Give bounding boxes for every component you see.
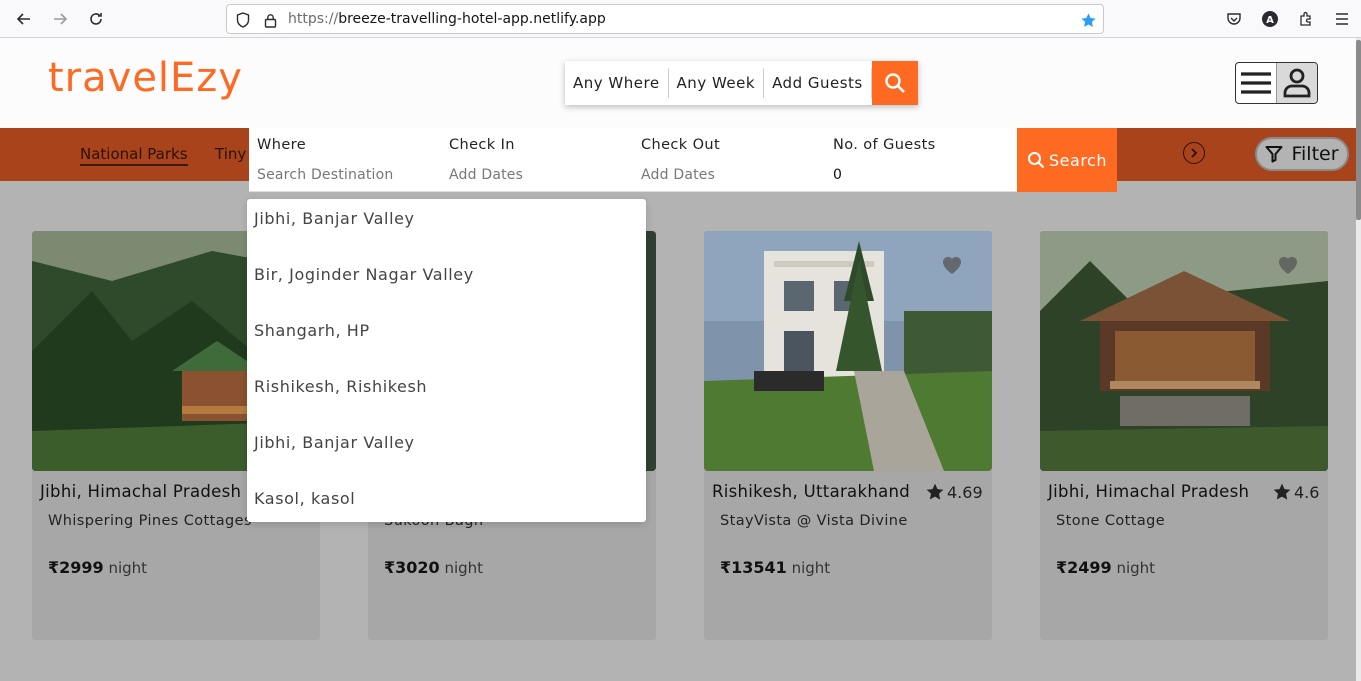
user-menu-button[interactable] bbox=[1235, 62, 1318, 104]
listing-card[interactable]: Jibhi, Himachal Pradesh 4.6 Stone Cottag… bbox=[1040, 231, 1328, 640]
search-icon bbox=[1028, 152, 1045, 169]
price-unit: night bbox=[103, 559, 148, 577]
bookmark-star-icon[interactable] bbox=[1079, 11, 1097, 29]
category-next-arrow-icon[interactable] bbox=[1183, 142, 1205, 164]
browser-toolbar: https://breeze-travelling-hotel-app.netl… bbox=[0, 0, 1361, 38]
category-national-parks[interactable]: National Parks bbox=[80, 145, 188, 166]
url-host: breeze-travelling-hotel-app.netlify.app bbox=[338, 11, 606, 27]
where-field[interactable]: Where Search Destination bbox=[257, 128, 437, 192]
price-amount: ₹2499 bbox=[1056, 558, 1112, 577]
price-amount: ₹2999 bbox=[48, 558, 104, 577]
destination-option[interactable]: Rishikesh, Rishikesh bbox=[254, 377, 427, 396]
listing-rating: 4.6 bbox=[1272, 482, 1319, 502]
star-icon bbox=[926, 483, 944, 500]
shield-icon[interactable] bbox=[234, 11, 252, 29]
site-logo[interactable]: travelEzy bbox=[48, 55, 243, 101]
check-out-field[interactable]: Check Out Add Dates bbox=[641, 128, 821, 192]
check-out-label: Check Out bbox=[641, 137, 721, 153]
destination-option[interactable]: Kasol, kasol bbox=[254, 489, 355, 508]
listing-price: ₹2499 night bbox=[1056, 558, 1155, 577]
listing-location: Rishikesh, Uttarakhand bbox=[712, 482, 911, 501]
back-icon[interactable] bbox=[12, 7, 36, 31]
forward-icon[interactable] bbox=[48, 7, 72, 31]
check-in-input[interactable]: Add Dates bbox=[449, 167, 523, 183]
where-input[interactable]: Search Destination bbox=[257, 167, 393, 183]
destination-option[interactable]: Jibhi, Banjar Valley bbox=[254, 209, 415, 228]
page-scrollbar[interactable] bbox=[1356, 38, 1361, 681]
filter-label: Filter bbox=[1291, 143, 1339, 165]
listing-photo[interactable] bbox=[704, 231, 992, 471]
listing-location: Jibhi, Himachal Pradesh bbox=[40, 482, 242, 501]
favorite-heart-icon[interactable] bbox=[1276, 253, 1300, 275]
pill-add-guests[interactable]: Add Guests bbox=[764, 68, 872, 98]
destination-option[interactable]: Jibhi, Banjar Valley bbox=[254, 433, 415, 452]
filter-icon bbox=[1265, 146, 1283, 163]
site-header: travelEzy Any Where Any Week Add Guests bbox=[0, 38, 1356, 128]
url-text: https://breeze-travelling-hotel-app.netl… bbox=[288, 11, 606, 27]
listing-location: Jibhi, Himachal Pradesh bbox=[1048, 482, 1250, 501]
account-icon[interactable]: A bbox=[1259, 8, 1281, 30]
guests-field[interactable]: No. of Guests 0 bbox=[833, 128, 1013, 192]
search-panel: Where Search Destination Check In Add Da… bbox=[249, 128, 1117, 192]
hamburger-icon[interactable] bbox=[1236, 63, 1276, 103]
listing-name: Whispering Pines Cottages bbox=[48, 513, 252, 529]
price-amount: ₹13541 bbox=[720, 558, 787, 577]
listing-rating: 4.69 bbox=[925, 482, 983, 502]
rating-value: 4.69 bbox=[947, 482, 983, 502]
rating-value: 4.6 bbox=[1294, 482, 1320, 502]
check-in-field[interactable]: Check In Add Dates bbox=[449, 128, 629, 192]
listing-price: ₹13541 night bbox=[720, 558, 830, 577]
user-icon[interactable] bbox=[1276, 63, 1317, 103]
price-unit: night bbox=[1111, 559, 1156, 577]
filter-button[interactable]: Filter bbox=[1255, 137, 1349, 171]
pill-any-week[interactable]: Any Week bbox=[669, 68, 765, 98]
listing-name: StayVista @ Vista Divine bbox=[720, 513, 908, 529]
destination-dropdown: Jibhi, Banjar Valley Bir, Joginder Nagar… bbox=[247, 199, 646, 522]
lock-icon[interactable] bbox=[261, 11, 279, 29]
extensions-icon[interactable] bbox=[1295, 8, 1317, 30]
destination-option[interactable]: Shangarh, HP bbox=[254, 321, 370, 340]
pill-search-button[interactable] bbox=[871, 61, 918, 105]
price-unit: night bbox=[786, 559, 831, 577]
check-in-label: Check In bbox=[449, 137, 515, 153]
guests-label: No. of Guests bbox=[833, 137, 936, 153]
listing-price: ₹3020 night bbox=[384, 558, 483, 577]
quick-search-pill[interactable]: Any Where Any Week Add Guests bbox=[565, 61, 918, 105]
pocket-icon[interactable] bbox=[1223, 8, 1245, 30]
destination-option[interactable]: Bir, Joginder Nagar Valley bbox=[254, 265, 474, 284]
reload-icon[interactable] bbox=[84, 7, 108, 31]
listing-price: ₹2999 night bbox=[48, 558, 147, 577]
where-label: Where bbox=[257, 137, 307, 153]
price-amount: ₹3020 bbox=[384, 558, 440, 577]
price-unit: night bbox=[439, 559, 484, 577]
url-protocol: https:// bbox=[288, 11, 339, 27]
listing-photo[interactable] bbox=[1040, 231, 1328, 471]
app-menu-icon[interactable] bbox=[1331, 8, 1353, 30]
guests-input[interactable]: 0 bbox=[833, 167, 842, 183]
scrollbar-thumb[interactable] bbox=[1356, 40, 1361, 220]
check-out-input[interactable]: Add Dates bbox=[641, 167, 715, 183]
star-icon bbox=[1273, 483, 1291, 500]
search-button[interactable]: Search bbox=[1017, 128, 1117, 192]
favorite-heart-icon[interactable] bbox=[940, 253, 964, 275]
profile-initial: A bbox=[1266, 15, 1274, 26]
listing-name: Stone Cottage bbox=[1056, 513, 1166, 529]
listing-card[interactable]: Rishikesh, Uttarakhand 4.69 StayVista @ … bbox=[704, 231, 992, 640]
search-button-label: Search bbox=[1049, 150, 1107, 170]
search-icon bbox=[885, 73, 905, 93]
pill-any-where[interactable]: Any Where bbox=[565, 68, 669, 98]
category-tiny[interactable]: Tiny bbox=[215, 145, 246, 163]
address-bar[interactable]: https://breeze-travelling-hotel-app.netl… bbox=[226, 4, 1104, 34]
